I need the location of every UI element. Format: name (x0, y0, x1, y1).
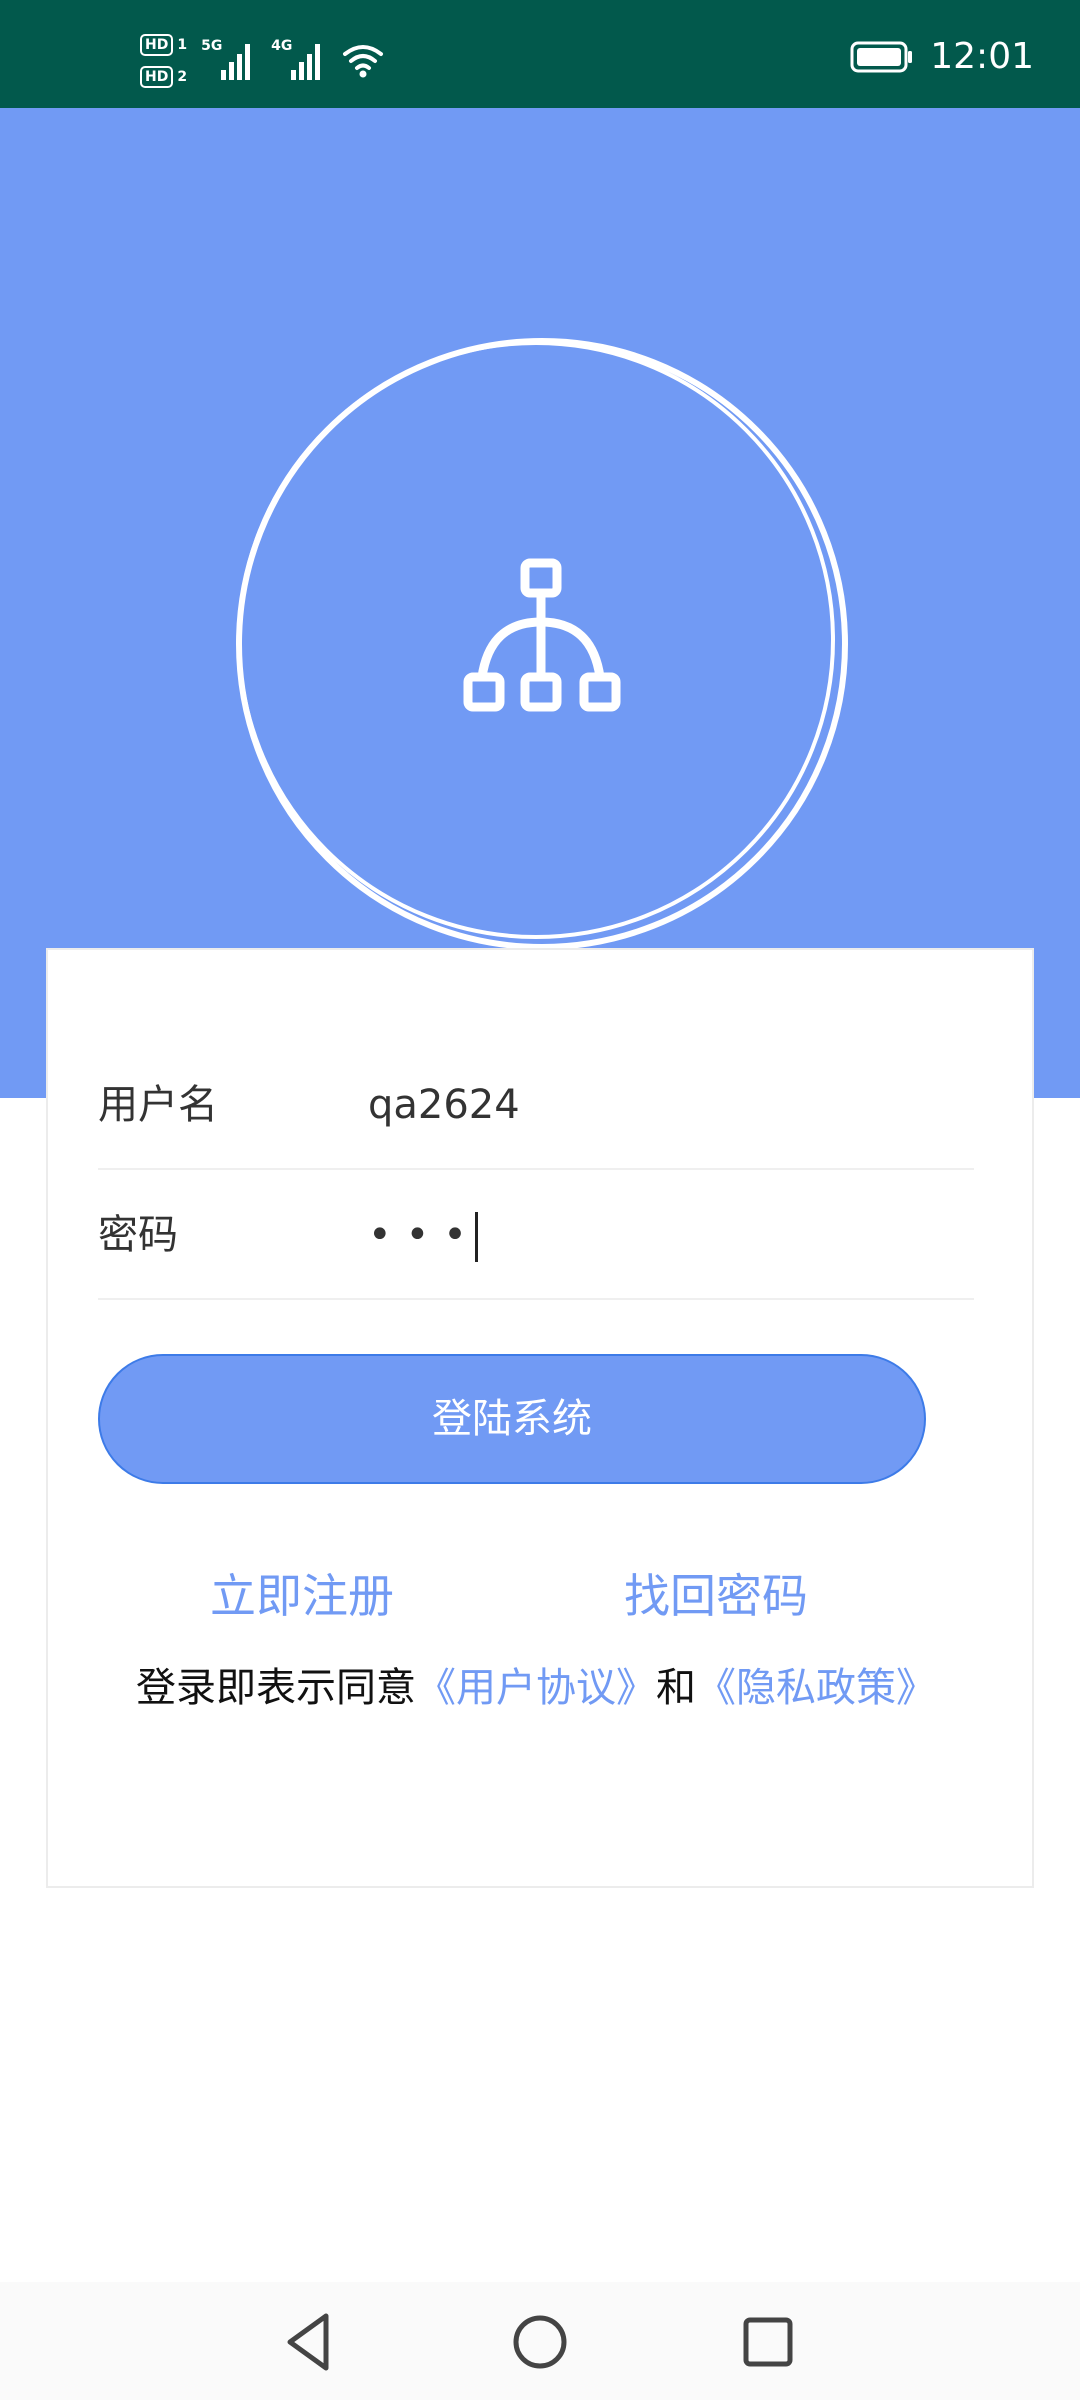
username-input[interactable] (368, 1065, 928, 1145)
agreement-and: 和 (656, 1665, 696, 1711)
password-row: 密码 ••• (98, 1170, 974, 1300)
signal-5g: 5G (201, 32, 257, 82)
battery-icon (850, 41, 913, 72)
username-label: 用户名 (98, 1082, 218, 1128)
hd1-badge: HD (140, 34, 174, 56)
status-left: HD 1 HD 2 5G 4G (140, 32, 385, 96)
password-masked-value: ••• (368, 1212, 481, 1258)
register-link[interactable]: 立即注册 (210, 1560, 394, 1626)
sim1-indicator: HD 1 (140, 32, 187, 58)
signal-icon (221, 44, 251, 80)
recents-icon[interactable] (728, 2302, 808, 2382)
user-agreement-link[interactable]: 《用户协议》 (416, 1665, 656, 1711)
agreement-text: 登录即表示同意《用户协议》和《隐私政策》 (98, 1660, 974, 1716)
status-bar: HD 1 HD 2 5G 4G 12:01 (0, 0, 1080, 108)
agreement-prefix: 登录即表示同意 (136, 1665, 416, 1711)
username-row: 用户名 (98, 1040, 974, 1170)
sim2-number: 2 (177, 69, 188, 85)
sim2-indicator: HD 2 (140, 64, 187, 90)
password-label: 密码 (98, 1212, 178, 1258)
forgot-password-link[interactable]: 找回密码 (624, 1560, 808, 1626)
home-icon[interactable] (500, 2302, 580, 2382)
hierarchy-icon (463, 558, 621, 712)
navigation-bar (0, 2282, 1080, 2400)
password-input[interactable]: ••• (368, 1170, 481, 1300)
status-right: 12:01 (850, 36, 1034, 77)
status-time: 12:01 (930, 36, 1034, 77)
wifi-icon (343, 45, 384, 78)
hd2-badge: HD (140, 66, 174, 88)
back-icon[interactable] (270, 2302, 350, 2382)
privacy-policy-link[interactable]: 《隐私政策》 (696, 1665, 936, 1711)
login-card: 用户名 密码 ••• 登陆系统 立即注册 找回密码 登录即表示同意《用户协议》和… (46, 948, 1034, 1888)
app-logo (236, 338, 848, 950)
text-caret (474, 1212, 478, 1262)
sim-indicators: HD 1 HD 2 (140, 32, 187, 90)
sim1-number: 1 (177, 37, 188, 53)
login-button[interactable]: 登陆系统 (98, 1354, 926, 1484)
signal-icon (291, 44, 321, 80)
signal-4g: 4G (271, 32, 327, 82)
